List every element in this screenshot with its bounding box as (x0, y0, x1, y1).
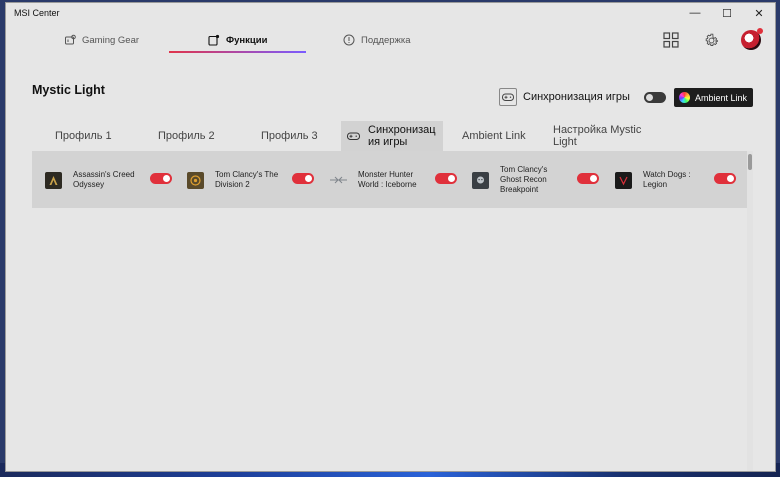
scrollbar[interactable] (747, 151, 753, 471)
list-item: Assassin's Creed Odyssey (45, 169, 172, 191)
division-2-icon (187, 171, 204, 189)
tab-label: Функции (226, 34, 268, 46)
tab-label: Профиль 1 (55, 130, 112, 142)
tab-profile-2[interactable]: Профиль 2 (158, 121, 215, 151)
support-icon (343, 34, 355, 46)
tab-gaming-gear[interactable]: Gaming Gear (64, 29, 139, 51)
tab-label: Gaming Gear (82, 34, 140, 46)
sync-label: Синхронизация игры (523, 91, 630, 103)
game-list: Assassin's Creed Odyssey Tom Clancy's Th… (32, 151, 753, 208)
maximize-button[interactable]: ☐ (711, 3, 743, 23)
grid-icon[interactable] (661, 30, 681, 50)
ambient-link-label: Ambient Link (695, 92, 748, 103)
watch-dogs-icon (615, 171, 632, 189)
scroll-thumb[interactable] (748, 154, 752, 170)
tab-label: Поддержка (361, 34, 411, 46)
tab-label: Профиль 2 (158, 130, 215, 142)
features-icon (208, 34, 220, 46)
list-item: Tom Clancy's Ghost Recon Breakpoint (472, 165, 599, 194)
list-item: Watch Dogs : Legion (615, 169, 736, 191)
gamepad-icon (347, 131, 360, 141)
game-name: Watch Dogs : Legion (643, 170, 691, 189)
gear-icon[interactable] (701, 30, 721, 50)
game-toggle[interactable] (714, 173, 736, 184)
tab-profile-1[interactable]: Профиль 1 (55, 121, 112, 151)
titlebar: MSI Center — ☐ ✕ (6, 3, 775, 23)
game-toggle[interactable] (577, 173, 599, 184)
tab-support[interactable]: Поддержка (343, 29, 411, 51)
tab-mystic-light-settings[interactable]: Настройка Mystic Light (553, 121, 653, 151)
game-toggle[interactable] (150, 173, 172, 184)
gamepad-icon (499, 88, 517, 106)
tab-features[interactable]: Функции (208, 29, 267, 51)
active-tab-indicator (169, 51, 306, 53)
tab-label: Ambient Link (462, 130, 526, 142)
monster-hunter-icon (330, 172, 347, 189)
top-navigation: Gaming Gear Функции Поддержка (6, 25, 775, 55)
tab-label: Профиль 3 (261, 130, 318, 142)
tab-game-sync[interactable]: Синхронизац ия игры (341, 121, 443, 151)
rainbow-icon (679, 92, 690, 103)
list-item: Tom Clancy's The Division 2 (187, 169, 314, 191)
ghost-recon-icon (472, 171, 489, 189)
game-toggle[interactable] (292, 173, 314, 184)
tab-profile-3[interactable]: Профиль 3 (261, 121, 318, 151)
game-toggle[interactable] (435, 173, 457, 184)
close-button[interactable]: ✕ (743, 3, 775, 23)
tab-ambient-link[interactable]: Ambient Link (462, 121, 526, 151)
game-sync-control: Синхронизация игры (499, 88, 666, 106)
avatar[interactable] (741, 28, 763, 50)
mystic-light-tabs: Профиль 1 Профиль 2 Профиль 3 Синхрониза… (6, 121, 775, 151)
list-item: Monster Hunter World : Iceborne (330, 169, 457, 191)
page-title: Mystic Light (32, 83, 105, 97)
game-name: Tom Clancy's The Division 2 (215, 170, 279, 189)
ambient-link-button[interactable]: Ambient Link (674, 88, 753, 107)
top-right-actions (661, 28, 763, 50)
window-controls: — ☐ ✕ (679, 3, 775, 23)
gamepad-gear-icon (64, 34, 76, 46)
tab-label: Синхронизац ия игры (368, 124, 436, 148)
tab-label: Настройка Mystic Light (553, 124, 642, 148)
game-name: Monster Hunter World : Iceborne (358, 170, 417, 189)
app-window: MSI Center — ☐ ✕ Gaming Gear Функции Под… (5, 2, 776, 472)
minimize-button[interactable]: — (679, 3, 711, 23)
window-title: MSI Center (14, 8, 60, 18)
game-name: Tom Clancy's Ghost Recon Breakpoint (500, 165, 548, 194)
assassins-creed-icon (45, 171, 62, 189)
game-sync-toggle[interactable] (643, 91, 666, 103)
game-name: Assassin's Creed Odyssey (73, 170, 135, 189)
